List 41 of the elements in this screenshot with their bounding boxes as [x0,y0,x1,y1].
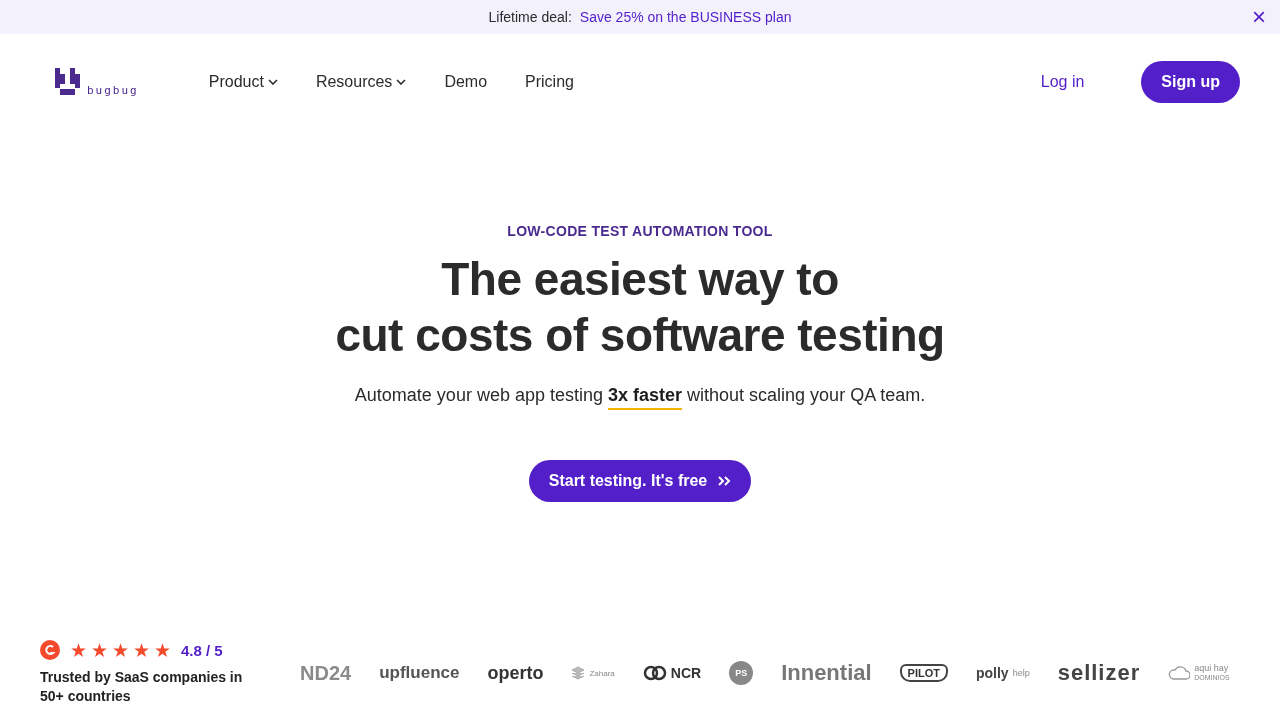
company-logo: NCR [670,665,702,681]
hero-title: cut costs of software testing [335,308,945,363]
layers-icon [571,666,586,680]
company-logo: ND24 [300,661,352,685]
star-icon: ★ [154,640,171,660]
star-icon: ★ [133,640,150,660]
rings-icon [642,665,667,681]
logo-icon [55,68,83,96]
double-chevron-icon [717,475,732,487]
company-logo: Innential [781,660,872,686]
hero-title: The easiest way to [440,252,840,307]
star-icon: ★ [70,640,87,660]
g2-icon [40,640,60,660]
banner-link[interactable]: Save 25% on the BUSINESS plan [579,9,792,25]
banner-label: Lifetime deal: [488,9,572,25]
company-logo: Zahara [589,668,615,678]
nav-link[interactable]: Pricing [525,73,574,91]
eyebrow-text: LOW-CODE TEST AUTOMATION TOOL [507,223,773,239]
company-logo: aqui hay [1194,664,1230,673]
cloud-icon [1168,666,1191,680]
company-logo: PILOT [899,664,948,682]
rating-score: 4.8 / 5 [181,641,223,659]
star-icon: ★ [91,640,108,660]
company-logo: PS [729,661,754,685]
nav-link[interactable]: Resources [315,73,407,91]
star-icon: ★ [112,640,129,660]
company-logo: sellizer [1057,660,1141,686]
chevron-down-icon [396,79,407,85]
close-button[interactable]: × [1250,5,1268,29]
company-logo: polly [976,665,1009,681]
company-logo: operto [487,662,544,684]
nav-link[interactable]: Demo [444,73,488,91]
cta-button[interactable]: Start testing. It's free [528,460,752,502]
company-logo: upfluence [379,663,460,683]
brand-name: bugbug [87,85,139,96]
logo-tagline: help [1012,668,1030,678]
login-link[interactable]: Log in [1040,73,1085,91]
chevron-down-icon [267,79,278,85]
signup-button[interactable]: Sign up [1141,61,1240,103]
nav-link[interactable]: Product [208,73,278,91]
trust-caption: Trusted by SaaS companies in 50+ countries [40,668,244,706]
